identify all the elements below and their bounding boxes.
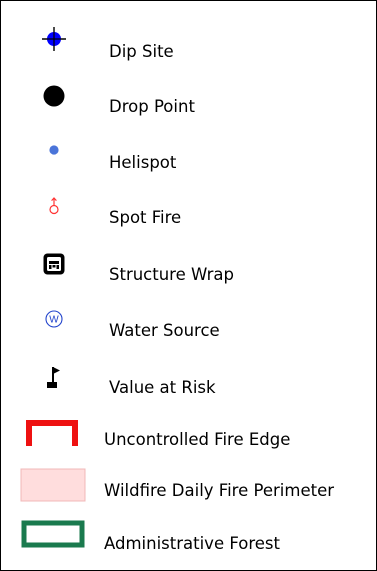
water-source-glyph: W (49, 315, 59, 326)
legend-label-value-at-risk: Value at Risk (109, 378, 216, 397)
legend-label-dip-site: Dip Site (109, 42, 174, 61)
legend-label-structure-wrap: Structure Wrap (109, 265, 234, 284)
legend-item-wildfire-daily-fire-perimeter: Wildfire Daily Fire Perimeter (1, 468, 376, 511)
legend-label-water-source: Water Source (109, 321, 220, 340)
drop-point-icon (39, 76, 69, 116)
legend-label-administrative-forest: Administrative Forest (104, 534, 280, 553)
legend-label-helispot: Helispot (109, 153, 177, 172)
map-legend: Dip Site Drop Point Helispot Spot Fire S… (0, 0, 377, 571)
legend-item-dip-site: Dip Site (1, 27, 376, 72)
structure-wrap-icon (39, 244, 69, 284)
legend-label-drop-point: Drop Point (109, 97, 195, 116)
wildfire-daily-fire-perimeter-icon (20, 465, 86, 505)
legend-item-water-source: W Water Source (1, 310, 376, 351)
legend-label-wildfire-daily-fire-perimeter: Wildfire Daily Fire Perimeter (104, 481, 335, 500)
legend-item-drop-point: Drop Point (1, 85, 376, 127)
legend-label-uncontrolled-fire-edge: Uncontrolled Fire Edge (104, 430, 291, 449)
value-at-risk-icon (39, 358, 69, 398)
legend-item-helispot: Helispot (1, 143, 376, 183)
legend-item-uncontrolled-fire-edge: Uncontrolled Fire Edge (1, 420, 376, 460)
legend-label-spot-fire: Spot Fire (109, 208, 182, 227)
helispot-icon (39, 130, 69, 170)
legend-item-spot-fire: Spot Fire (1, 197, 376, 238)
uncontrolled-fire-edge-icon (26, 413, 78, 453)
dip-site-icon (39, 19, 69, 59)
water-source-icon: W (39, 299, 69, 339)
spot-fire-icon (39, 186, 69, 226)
legend-item-value-at-risk: Value at Risk (1, 367, 376, 408)
legend-item-structure-wrap: Structure Wrap (1, 253, 376, 295)
legend-item-administrative-forest: Administrative Forest (1, 520, 376, 564)
administrative-forest-icon (20, 514, 86, 554)
